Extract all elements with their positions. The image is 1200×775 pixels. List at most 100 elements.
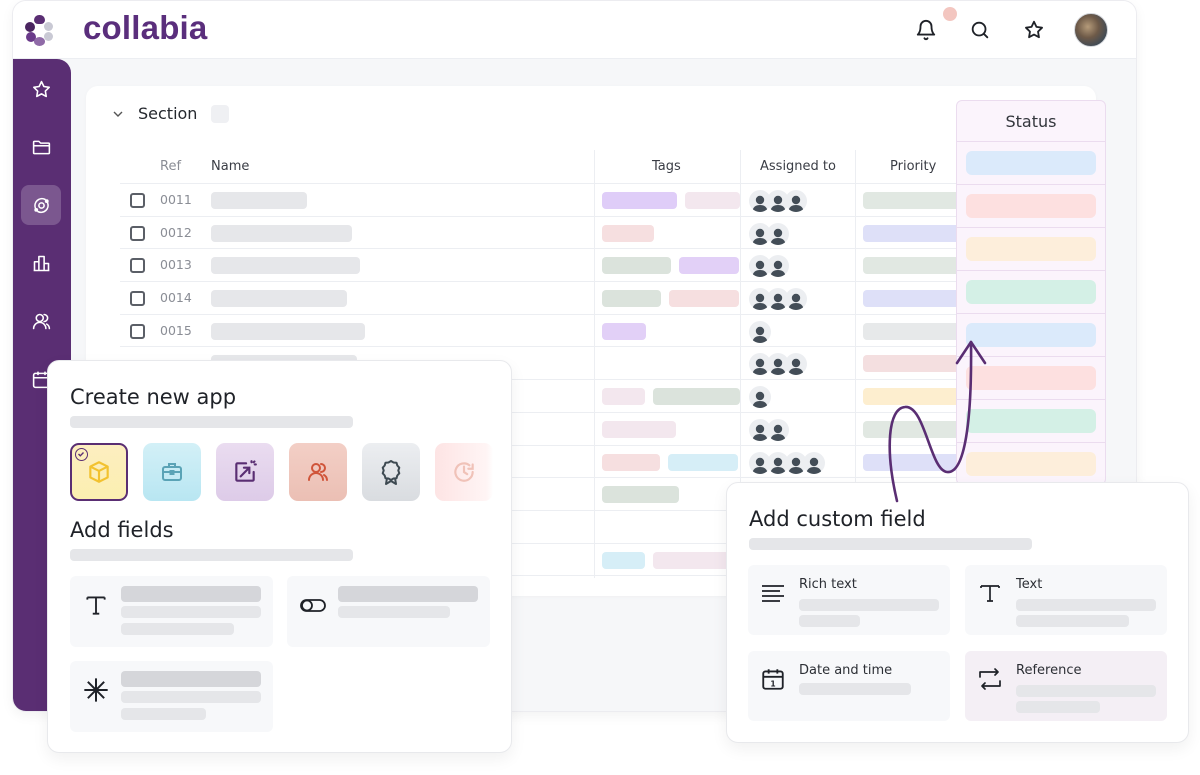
- person-icon: [767, 418, 789, 441]
- sidebar-item-files[interactable]: [21, 127, 61, 167]
- tag-chip[interactable]: [653, 551, 733, 569]
- star-icon[interactable]: [1020, 15, 1048, 45]
- bell-icon[interactable]: [912, 15, 940, 45]
- column-header-assigned[interactable]: Assigned to: [760, 159, 836, 174]
- column-header-ref[interactable]: Ref: [160, 159, 181, 174]
- row-checkbox[interactable]: [130, 193, 145, 208]
- custom-field-text[interactable]: Text: [965, 565, 1167, 635]
- row-checkbox[interactable]: [130, 225, 145, 241]
- priority-chip[interactable]: [863, 453, 963, 471]
- app-template-tile[interactable]: [216, 443, 274, 501]
- sidebar-item-reports[interactable]: [21, 243, 61, 283]
- status-cell[interactable]: [957, 314, 1105, 357]
- search-icon[interactable]: [966, 15, 994, 45]
- priority-chip[interactable]: [863, 355, 963, 373]
- app-template-tile[interactable]: [70, 443, 128, 501]
- tag-chip[interactable]: [669, 290, 739, 308]
- tag-chip[interactable]: [602, 388, 645, 406]
- sidebar-item-people[interactable]: [21, 301, 61, 341]
- tag-chip[interactable]: [602, 224, 654, 242]
- person-icon: [785, 190, 807, 212]
- person-icon: [749, 320, 771, 343]
- tag-chip[interactable]: [602, 453, 660, 471]
- app-template-tile[interactable]: [435, 443, 493, 501]
- top-bar: collabia: [13, 1, 1136, 59]
- row-checkbox[interactable]: [130, 291, 145, 307]
- status-pill: [966, 366, 1096, 390]
- status-cell[interactable]: [957, 228, 1105, 271]
- assignee-stack[interactable]: [749, 451, 825, 474]
- row-checkbox[interactable]: [130, 258, 145, 274]
- tag-chip[interactable]: [679, 257, 739, 275]
- priority-chip[interactable]: [863, 192, 963, 209]
- tag-chip[interactable]: [653, 388, 740, 406]
- row-ref: 0011: [160, 192, 192, 207]
- assignee-stack[interactable]: [749, 320, 771, 343]
- row-checkbox[interactable]: [130, 323, 145, 339]
- chevron-down-icon[interactable]: [112, 108, 124, 120]
- column-header-status[interactable]: Status: [957, 101, 1105, 142]
- priority-chip[interactable]: [863, 322, 963, 340]
- column-header-tags[interactable]: Tags: [652, 159, 681, 174]
- status-pill: [966, 452, 1096, 476]
- row-ref: 0012: [160, 224, 192, 240]
- tag-chip[interactable]: [602, 290, 661, 308]
- tag-chip[interactable]: [602, 257, 671, 275]
- table-row[interactable]: 0014: [120, 282, 963, 315]
- assignee-stack[interactable]: [749, 386, 771, 409]
- table-row[interactable]: 0012: [120, 217, 963, 250]
- person-icon: [767, 255, 789, 278]
- table-row[interactable]: 0011: [120, 184, 963, 217]
- collabia-logo-icon: [25, 13, 55, 46]
- tag-chip[interactable]: [685, 192, 740, 209]
- assignee-stack[interactable]: [749, 288, 807, 311]
- status-cell[interactable]: [957, 400, 1105, 443]
- sidebar-item-favorites[interactable]: [21, 69, 61, 109]
- status-cell[interactable]: [957, 142, 1105, 185]
- priority-chip[interactable]: [863, 388, 963, 406]
- app-template-tile[interactable]: [143, 443, 201, 501]
- assignee-stack[interactable]: [749, 222, 789, 245]
- priority-chip[interactable]: [863, 257, 963, 275]
- status-cell[interactable]: [957, 357, 1105, 400]
- assignee-stack[interactable]: [749, 353, 807, 376]
- priority-chip[interactable]: [863, 290, 963, 308]
- row-name-placeholder: [211, 192, 307, 209]
- app-template-tile[interactable]: [362, 443, 420, 501]
- check-circle-icon: [75, 448, 88, 461]
- custom-field-rich-text[interactable]: Rich text: [748, 565, 950, 635]
- brand-name[interactable]: collabia: [83, 9, 207, 47]
- assignee-stack[interactable]: [749, 418, 789, 441]
- row-ref: 0014: [160, 290, 192, 306]
- status-cell[interactable]: [957, 271, 1105, 314]
- field-type-text[interactable]: [70, 576, 273, 647]
- custom-field-reference[interactable]: Reference: [965, 651, 1167, 721]
- priority-chip[interactable]: [863, 420, 963, 438]
- app-template-tile[interactable]: [289, 443, 347, 501]
- tag-chip[interactable]: [668, 453, 738, 471]
- tag-chip[interactable]: [602, 420, 676, 438]
- tag-chip[interactable]: [602, 551, 645, 569]
- user-avatar[interactable]: [1074, 13, 1108, 47]
- row-name-placeholder: [211, 290, 347, 308]
- table-row[interactable]: 0013: [120, 249, 963, 283]
- add-fields-title: Add fields: [70, 518, 174, 542]
- column-header-name[interactable]: Name: [211, 159, 249, 174]
- status-cell[interactable]: [957, 443, 1105, 484]
- field-type-required[interactable]: [70, 661, 273, 732]
- custom-field-date-time[interactable]: 1 Date and time: [748, 651, 950, 721]
- row-ref: 0013: [160, 257, 192, 273]
- tag-chip[interactable]: [602, 322, 646, 340]
- tag-chip[interactable]: [602, 192, 677, 209]
- create-app-title: Create new app: [70, 385, 237, 409]
- priority-chip[interactable]: [863, 224, 963, 242]
- field-type-toggle[interactable]: [287, 576, 490, 647]
- assignee-stack[interactable]: [749, 190, 807, 212]
- orbit-icon: [33, 197, 49, 213]
- tag-chip[interactable]: [602, 486, 679, 504]
- sidebar-item-apps[interactable]: [21, 185, 61, 225]
- status-cell[interactable]: [957, 185, 1105, 228]
- table-row[interactable]: 0015: [120, 315, 963, 348]
- assignee-stack[interactable]: [749, 255, 789, 278]
- column-header-priority[interactable]: Priority: [890, 159, 936, 174]
